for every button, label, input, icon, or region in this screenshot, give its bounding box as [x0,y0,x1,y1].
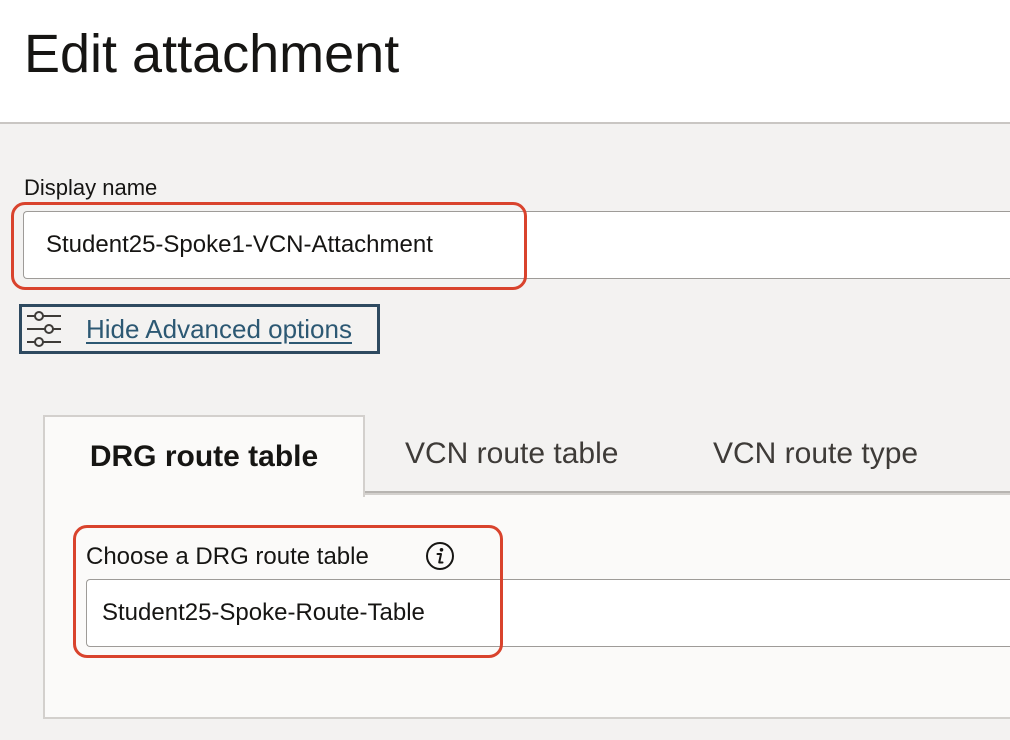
display-name-label: Display name [24,175,158,200]
hide-advanced-options-label: Hide Advanced options [86,313,352,344]
tab-vcn-route-table[interactable]: VCN route table [405,437,618,471]
drg-route-table-select[interactable]: Student25-Spoke-Route-Table [86,579,1010,647]
tab-vcn-route-table-label: VCN route table [405,437,619,470]
info-icon[interactable] [425,541,455,571]
tab-drg-route-table-label: DRG route table [89,440,319,473]
page-header: Edit attachment [0,0,1010,124]
hide-advanced-options-link[interactable]: Hide Advanced options [19,304,380,354]
tab-drg-route-table[interactable]: DRG route table [43,415,365,497]
page-title: Edit attachment [24,24,400,84]
sliders-icon [24,309,64,349]
display-name-input[interactable]: Student25-Spoke1-VCN-Attachment [23,211,1010,279]
tab-vcn-route-type[interactable]: VCN route type [713,437,918,471]
drg-route-table-label: Choose a DRG route table [86,543,369,570]
tab-vcn-route-type-label: VCN route type [713,437,919,470]
